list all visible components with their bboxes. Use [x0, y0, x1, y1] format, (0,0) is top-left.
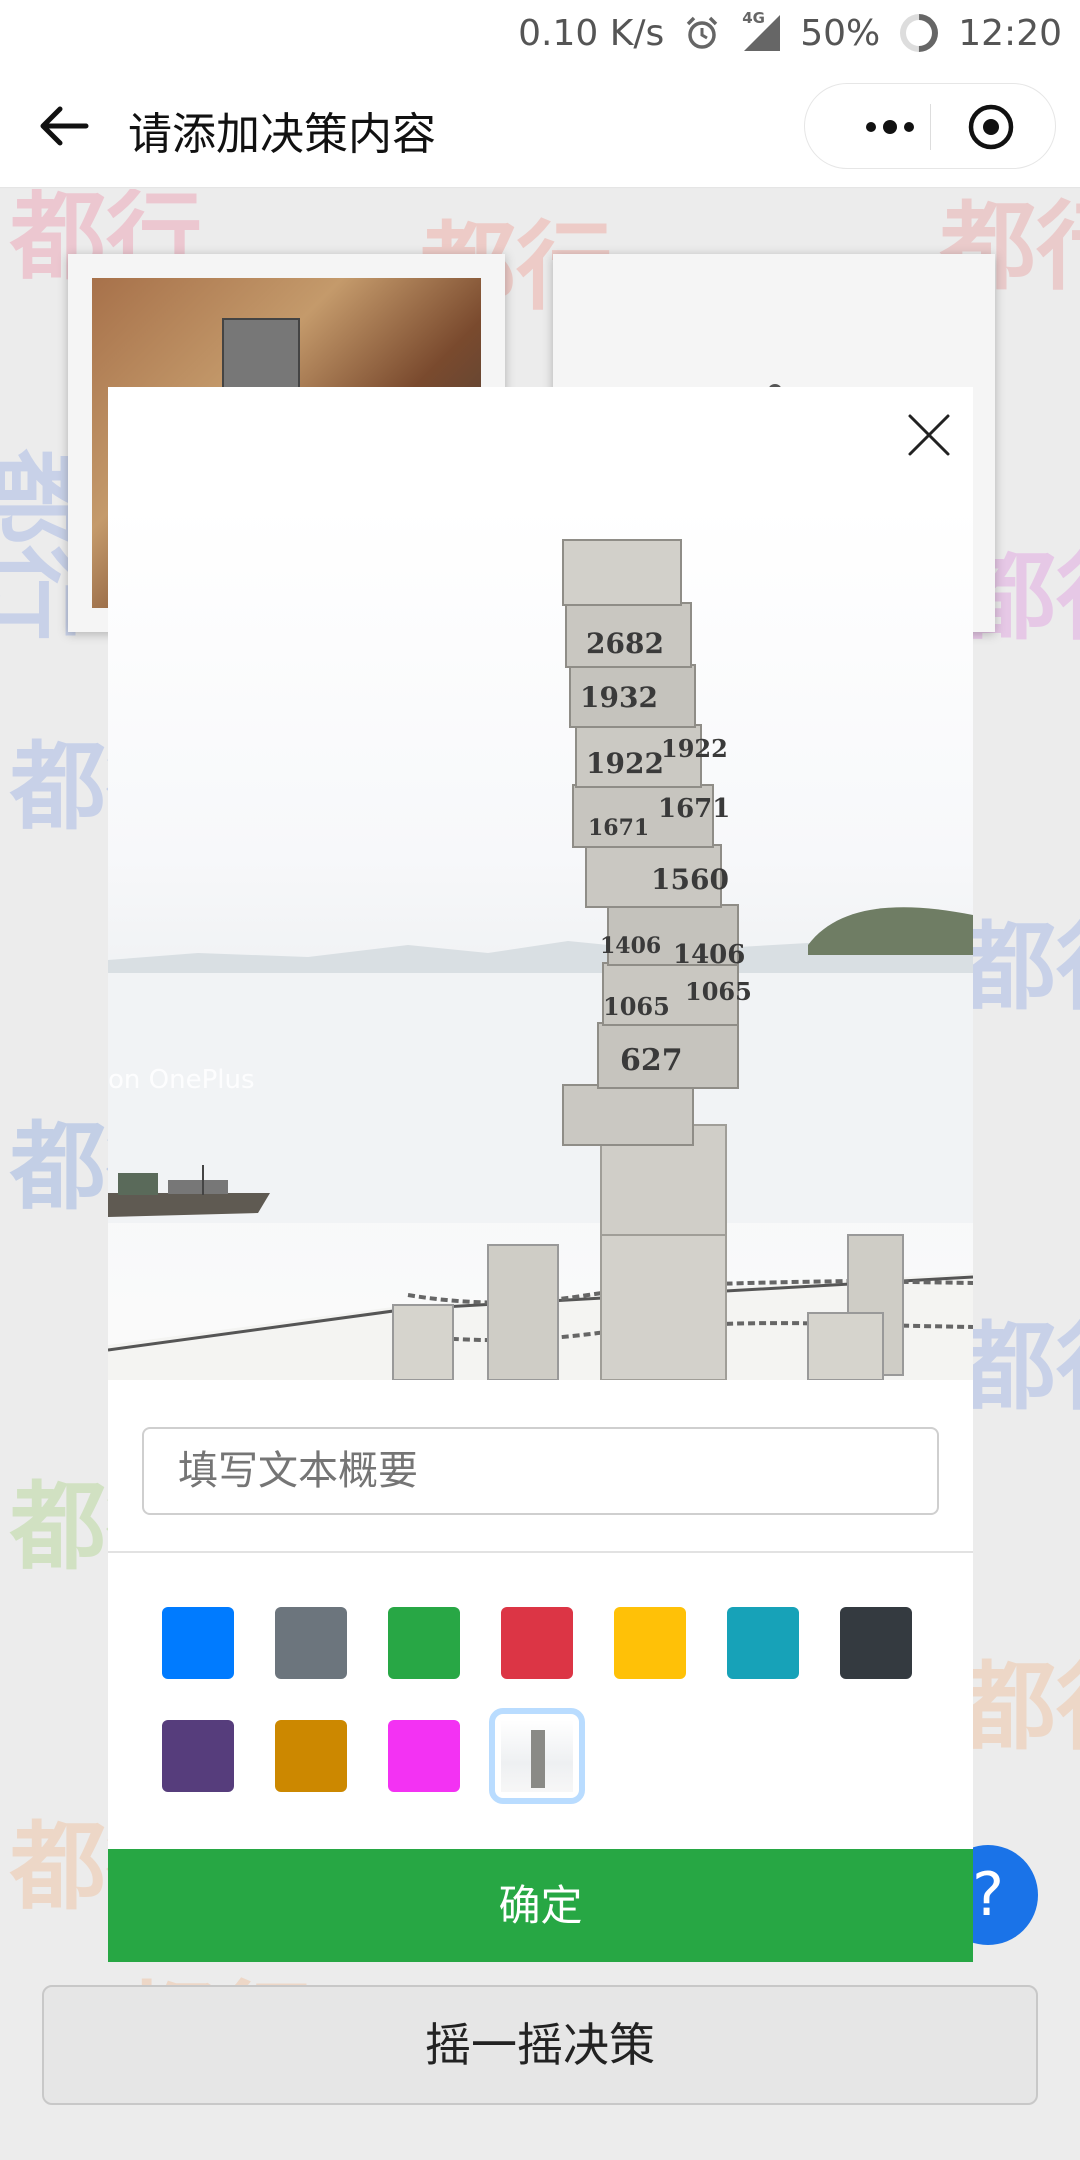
network-speed: 0.10 K/s: [518, 12, 665, 54]
image-swatch-selected[interactable]: [489, 1708, 585, 1804]
color-swatch-blue[interactable]: [162, 1607, 234, 1679]
color-swatch-magenta[interactable]: [388, 1720, 460, 1792]
battery-icon: [892, 6, 947, 60]
mini-program-capsule: [804, 83, 1056, 169]
alarm-icon: [686, 16, 718, 49]
color-swatch-orange[interactable]: [275, 1720, 347, 1792]
close-icon[interactable]: [907, 413, 951, 457]
color-swatch-red[interactable]: [501, 1607, 573, 1679]
marker-number: 1065: [603, 992, 670, 1021]
color-swatch-teal[interactable]: [727, 1607, 799, 1679]
shake-decision-button[interactable]: 摇一摇决策: [42, 1985, 1038, 2105]
color-swatch-green[interactable]: [388, 1607, 460, 1679]
clock: 12:20: [958, 12, 1062, 54]
marker-number: 627: [620, 1043, 683, 1078]
marker-number: 1671: [588, 815, 649, 841]
watermark-text: 都行: [960, 911, 1080, 1023]
capsule-divider: [930, 104, 931, 150]
close-program-icon[interactable]: [965, 101, 1017, 153]
color-swatch-gray[interactable]: [275, 1607, 347, 1679]
photo-watermark: on OnePlus: [108, 1065, 255, 1095]
marker-number: 1560: [651, 863, 729, 896]
marker-number: 1671: [658, 794, 730, 824]
marker-number: 1065: [685, 977, 752, 1006]
status-bar: 0.10 K/s 4G 50% 12:20: [0, 0, 1080, 66]
marker-number: 1406: [600, 933, 661, 959]
marker-number: 1406: [673, 940, 745, 970]
add-content-dialog: 2682 1932 1922 1922 1671 1671 1560 1406 …: [108, 387, 973, 1962]
color-swatch-dark[interactable]: [840, 1607, 912, 1679]
color-swatch-yellow[interactable]: [614, 1607, 686, 1679]
image-thumbnail: [501, 1720, 573, 1792]
marker-number: 1922: [586, 747, 664, 780]
battery-percent: 50%: [800, 12, 881, 54]
confirm-button[interactable]: 确定: [108, 1849, 973, 1962]
navigation-bar: 请添加决策内容: [0, 66, 1080, 188]
page-title: 请添加决策内容: [128, 109, 436, 160]
watermark-text: 都行: [960, 1651, 1080, 1763]
more-menu-icon[interactable]: [845, 84, 935, 170]
marker-number: 1932: [580, 681, 658, 714]
signal-icon: 4G: [740, 9, 781, 51]
marker-number: 1922: [661, 734, 728, 763]
marker-number: 2682: [586, 627, 664, 660]
watermark-text: 都行: [960, 1311, 1080, 1423]
back-arrow-icon[interactable]: [34, 96, 94, 156]
color-swatch-purple[interactable]: [162, 1720, 234, 1792]
photo-illustration: 2682 1932 1922 1922 1671 1671 1560 1406 …: [108, 539, 973, 1380]
divider: [108, 1551, 973, 1553]
selected-photo: 2682 1932 1922 1922 1671 1671 1560 1406 …: [108, 505, 973, 1380]
summary-input[interactable]: [142, 1427, 939, 1515]
